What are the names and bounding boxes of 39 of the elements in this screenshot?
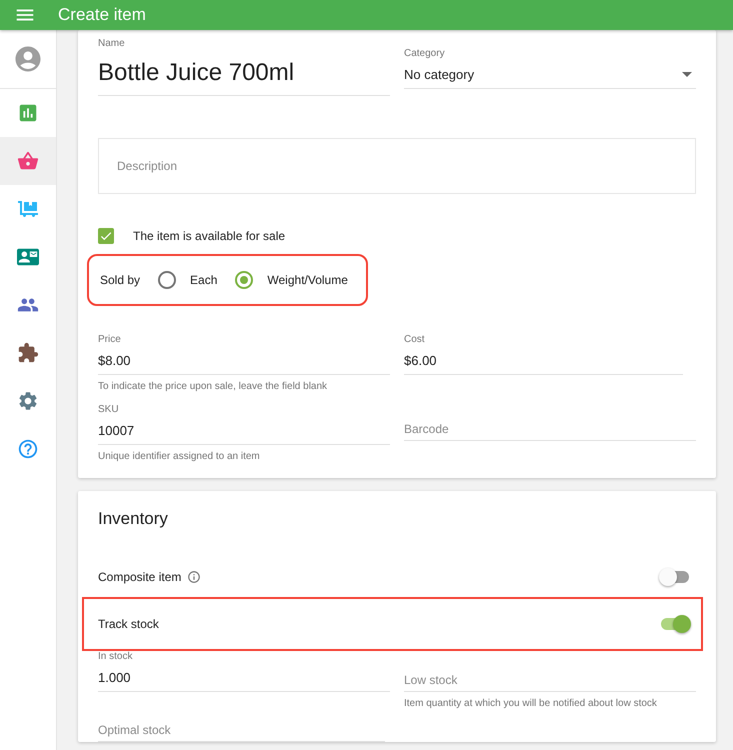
helper-text: To indicate the price upon sale, leave the field blank	[98, 381, 328, 392]
radio-label: Each	[190, 273, 218, 287]
caret-icon	[682, 72, 692, 77]
info-icon[interactable]	[187, 570, 202, 584]
settings-icon	[17, 390, 39, 412]
bar-chart-icon	[17, 102, 39, 124]
id-card-icon	[17, 246, 39, 268]
in-stock-field[interactable]: 1.000	[98, 662, 390, 692]
price-field[interactable]: $8.00	[98, 345, 390, 375]
sold-by-label: Sold by	[100, 273, 140, 287]
toggle-switch[interactable]	[661, 618, 689, 630]
field-label: Category	[404, 48, 446, 59]
name-field[interactable]: Bottle Juice 700ml	[98, 49, 390, 96]
radio-button[interactable]	[235, 271, 254, 289]
checkbox-label: The item is available for sale	[133, 229, 286, 243]
toggle-label: Composite item	[98, 570, 182, 584]
hand-truck-icon	[18, 199, 38, 219]
basket-icon	[17, 150, 39, 172]
help-icon	[17, 438, 39, 460]
toggle-label: Track stock	[98, 617, 159, 631]
field-label: Price	[98, 334, 122, 345]
section-title: Inventory	[98, 509, 169, 529]
field-label: Cost	[404, 334, 426, 345]
puzzle-icon	[17, 342, 39, 364]
sidebar-item[interactable]	[0, 137, 56, 185]
sku-field[interactable]: 10007	[98, 415, 390, 445]
helper-text: Item quantity at which you will be notified about low stock	[404, 698, 658, 709]
app-bar-title: Create item	[58, 5, 146, 25]
helper-text: Unique identifier assigned to an item	[98, 451, 261, 462]
field-label: Name	[98, 38, 126, 49]
toggle-switch[interactable]	[661, 571, 689, 583]
category-select[interactable]: No category	[404, 59, 696, 89]
field-label: In stock	[98, 651, 134, 662]
radio-button[interactable]	[158, 271, 176, 289]
radio-label: Weight/Volume	[267, 273, 348, 287]
checkbox[interactable]	[98, 228, 114, 244]
cost-field[interactable]: $6.00	[404, 345, 683, 375]
account-icon	[13, 44, 43, 74]
field-label: SKU	[98, 404, 120, 415]
